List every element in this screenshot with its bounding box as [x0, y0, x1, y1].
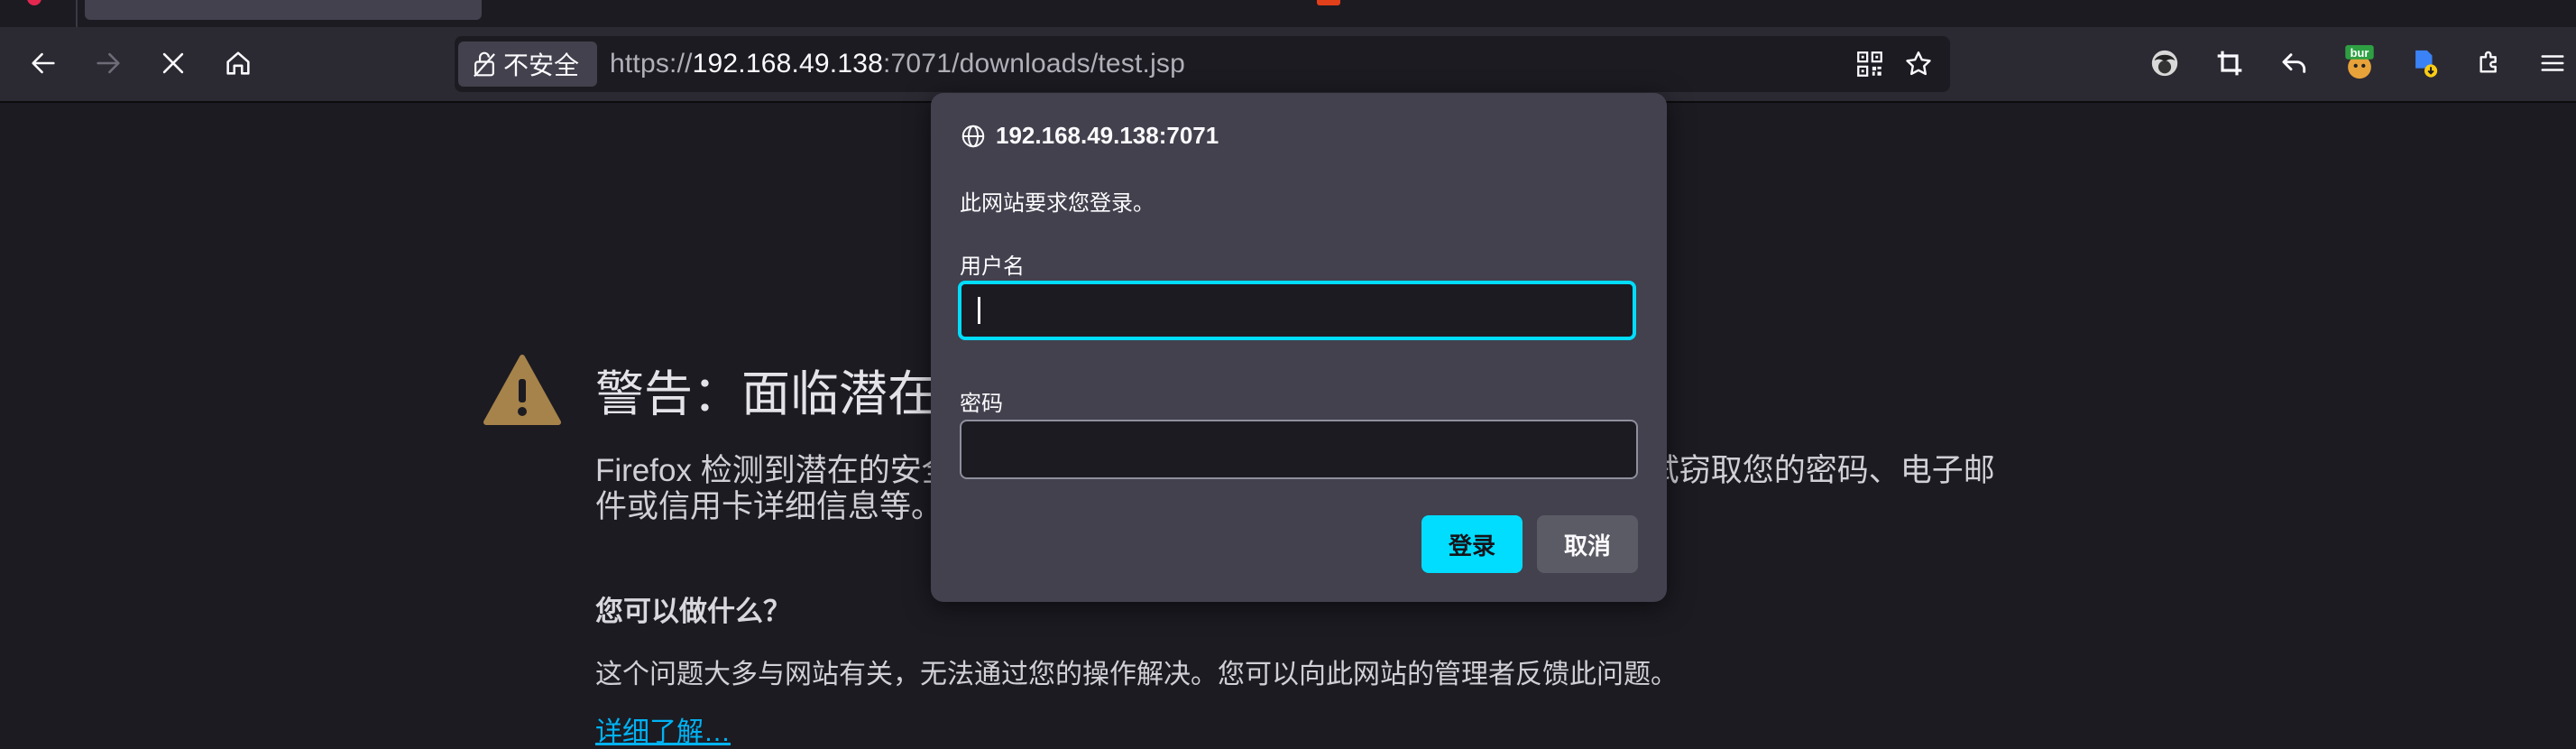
tab-separator — [76, 0, 78, 27]
tab-favicon — [27, 0, 41, 5]
forward-button[interactable] — [88, 43, 128, 83]
close-icon — [162, 52, 184, 74]
download-extension-button[interactable] — [2406, 45, 2443, 81]
url-scheme: https:// — [610, 49, 693, 79]
warning-icon — [483, 355, 561, 425]
what-can-you-do-heading: 您可以做什么？ — [595, 596, 791, 627]
username-label: 用户名 — [960, 254, 1025, 279]
puzzle-icon — [2479, 51, 2497, 73]
undo-arrow-icon — [2282, 53, 2306, 73]
tab-strip — [0, 0, 2576, 27]
burp-icon: bur — [2345, 45, 2374, 79]
screenshot-crop-button[interactable] — [2212, 45, 2248, 81]
extensions-button[interactable] — [2471, 45, 2507, 81]
crop-icon — [2217, 51, 2242, 76]
password-input[interactable] — [960, 420, 1638, 479]
bookmark-star-icon[interactable] — [1903, 49, 1934, 79]
profile-extension-button[interactable] — [2147, 45, 2183, 81]
dialog-host: 192.168.49.138:7071 — [960, 122, 1219, 150]
nav-toolbar: 不安全 https://192.168.49.138:7071/download… — [0, 27, 2576, 103]
undo-extension-button[interactable] — [2277, 45, 2313, 81]
security-indicator[interactable]: 不安全 — [458, 42, 597, 87]
home-icon — [226, 51, 250, 75]
url-bar[interactable]: 不安全 https://192.168.49.138:7071/download… — [455, 36, 1950, 92]
password-label: 密码 — [960, 392, 1003, 416]
globe-icon — [961, 125, 985, 147]
burp-extension-button[interactable]: bur — [2341, 45, 2378, 81]
home-button[interactable] — [218, 43, 258, 83]
dialog-message: 此网站要求您登录。 — [960, 191, 1155, 216]
arrow-left-icon — [32, 52, 55, 74]
dialog-host-text: 192.168.49.138:7071 — [996, 122, 1219, 149]
login-button[interactable]: 登录 — [1421, 515, 1523, 573]
learn-more-link[interactable]: 详细了解… — [595, 709, 731, 749]
insecure-lock-icon — [474, 51, 495, 78]
url-path: :7071/downloads/test.jsp — [883, 49, 1186, 79]
file-download-icon — [2415, 50, 2438, 78]
auth-dialog: 192.168.49.138:7071 此网站要求您登录。 用户名 密码 登录 … — [931, 93, 1667, 602]
tab-favicon-2[interactable] — [1317, 0, 1340, 5]
active-tab[interactable] — [85, 0, 482, 20]
security-label: 不安全 — [503, 51, 580, 79]
text-caret — [978, 297, 980, 324]
username-input[interactable] — [958, 281, 1636, 340]
problem-explanation: 这个问题大多与网站有关，无法通过您的操作解决。您可以向此网站的管理者反馈此问题。 — [595, 660, 1678, 689]
avatar-icon — [2151, 50, 2178, 77]
url-host: 192.168.49.138 — [692, 49, 883, 79]
cancel-button[interactable]: 取消 — [1537, 515, 1638, 573]
menu-button[interactable] — [2535, 45, 2571, 81]
arrow-right-icon — [97, 52, 120, 74]
qr-code-icon[interactable] — [1854, 49, 1885, 79]
burp-badge-text: bur — [2351, 46, 2369, 60]
back-button[interactable] — [23, 43, 63, 83]
hamburger-menu-icon — [2541, 55, 2564, 71]
stop-button[interactable] — [153, 43, 193, 83]
url-text[interactable]: https://192.168.49.138:7071/downloads/te… — [610, 36, 1185, 92]
